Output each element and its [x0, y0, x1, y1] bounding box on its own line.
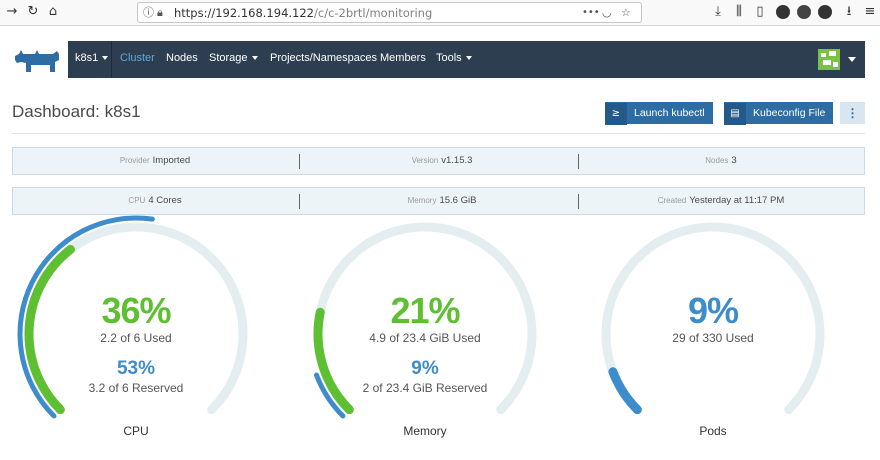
memory-reserved-text: 2 of 23.4 GiB Reserved: [362, 381, 488, 395]
pods-used-arc: [608, 367, 642, 415]
pods-used-percent: 9%: [687, 290, 739, 331]
pods-gauge-title: Pods: [699, 424, 727, 438]
memory-reserved-percent: 9%: [411, 358, 439, 379]
memory-used-text: 4.9 of 23.4 GiB Used: [369, 331, 481, 345]
cpu-reserved-percent: 53%: [116, 358, 156, 379]
cpu-gauge-title: CPU: [123, 424, 149, 438]
pods-used-text: 29 of 330 Used: [672, 331, 754, 345]
cpu-used-text: 2.2 of 6 Used: [100, 331, 172, 345]
cpu-reserved-text: 3.2 of 6 Reserved: [88, 381, 184, 395]
memory-used-percent: 21%: [390, 290, 460, 331]
cpu-used-percent: 36%: [101, 290, 171, 331]
memory-gauge-title: Memory: [403, 424, 447, 438]
